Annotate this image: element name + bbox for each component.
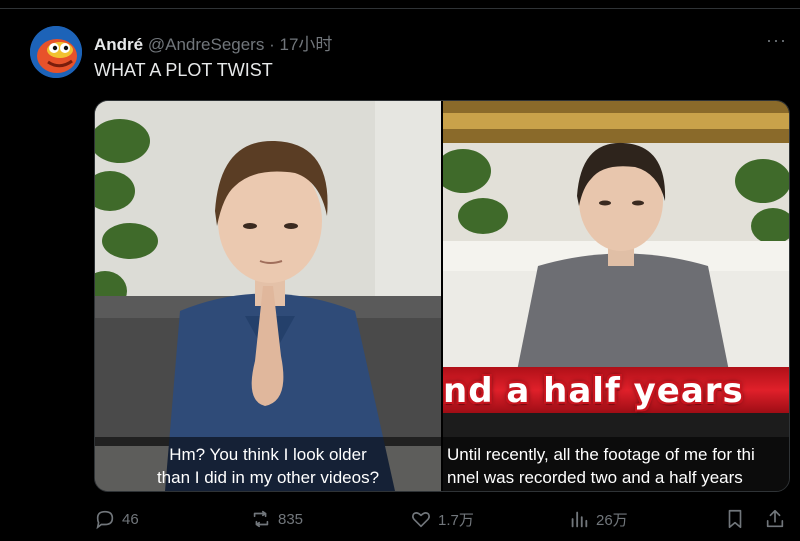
repost-button[interactable]: 835 bbox=[250, 508, 303, 530]
share-icon bbox=[764, 508, 786, 530]
views-count: 26万 bbox=[596, 511, 628, 529]
repost-icon bbox=[250, 508, 272, 530]
media-right-frame: nd a half years Until recently, all the … bbox=[443, 101, 789, 491]
reply-icon bbox=[94, 508, 116, 530]
like-count: 1.7万 bbox=[438, 511, 474, 529]
reply-button[interactable]: 46 bbox=[94, 508, 139, 530]
like-button[interactable]: 1.7万 bbox=[410, 508, 474, 530]
bookmark-button[interactable] bbox=[724, 508, 752, 530]
right-subtitle: Until recently, all the footage of me fo… bbox=[447, 443, 789, 489]
tweet-timestamp[interactable]: 17小时 bbox=[280, 35, 333, 54]
repost-count: 835 bbox=[278, 510, 304, 528]
tweet-header: André @AndreSegers · 17小时 bbox=[94, 30, 332, 55]
more-options-button[interactable]: ··· bbox=[766, 30, 787, 51]
share-button[interactable] bbox=[764, 508, 792, 530]
media-left-frame: Hm? You think I look older than I did in… bbox=[95, 101, 441, 491]
author-handle[interactable]: @AndreSegers bbox=[148, 35, 265, 54]
views-button[interactable]: 26万 bbox=[568, 508, 628, 530]
bookmark-icon bbox=[724, 508, 746, 530]
action-bar: 46 835 1.7万 26万 bbox=[0, 508, 800, 536]
avatar[interactable] bbox=[30, 26, 82, 78]
right-subtitle-line-1: Until recently, all the footage of me fo… bbox=[447, 445, 755, 464]
top-divider bbox=[0, 8, 800, 9]
views-icon bbox=[568, 508, 590, 530]
avatar-image bbox=[30, 26, 82, 78]
left-video-frame-image bbox=[95, 101, 441, 491]
left-subtitle-line-2: than I did in my other videos? bbox=[156, 468, 380, 487]
left-subtitle: Hm? You think I look older than I did in… bbox=[95, 443, 441, 489]
right-video-frame-image bbox=[443, 101, 789, 491]
title-card-text: nd a half years bbox=[443, 371, 744, 411]
right-subtitle-line-2: nnel was recorded two and a half years bbox=[447, 468, 743, 487]
like-icon bbox=[410, 508, 432, 530]
tweet-media[interactable]: Hm? You think I look older than I did in… bbox=[94, 100, 790, 492]
author-name[interactable]: André bbox=[94, 35, 143, 54]
separator-dot: · bbox=[269, 35, 275, 54]
left-subtitle-line-1: Hm? You think I look older bbox=[169, 445, 367, 464]
reply-count: 46 bbox=[122, 510, 139, 528]
tweet-text: WHAT A PLOT TWIST bbox=[94, 60, 273, 80]
